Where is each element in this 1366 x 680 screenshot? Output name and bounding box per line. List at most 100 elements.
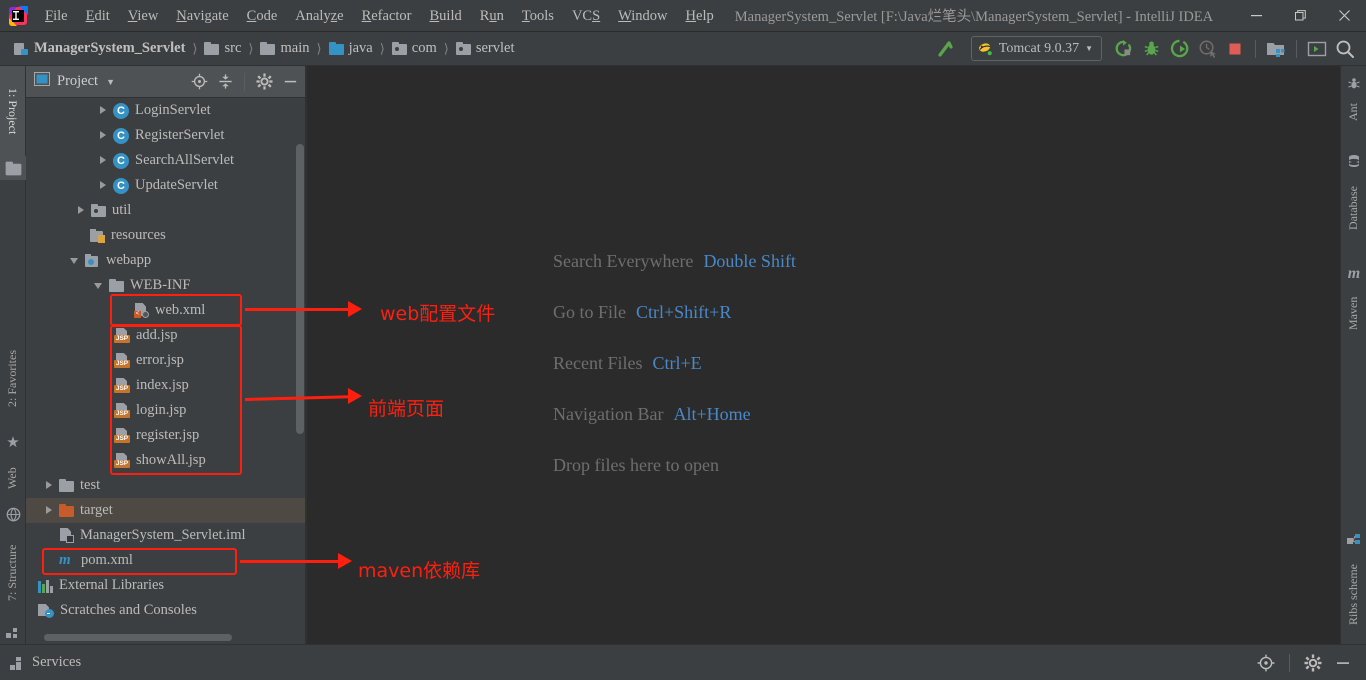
stop-button[interactable] — [1222, 36, 1248, 62]
expand-arrow-icon[interactable] — [98, 130, 109, 141]
tree-row-target[interactable]: target — [26, 498, 306, 523]
gear-icon[interactable] — [252, 70, 276, 94]
sidebar-item-ant[interactable]: Ant — [1341, 94, 1366, 130]
jsp-icon: JSP — [114, 353, 130, 368]
sidebar-item-label: 7: Structure — [5, 544, 19, 601]
run-button[interactable] — [1110, 36, 1136, 62]
tree-item-label: resources — [111, 227, 166, 243]
menu-edit[interactable]: Edit — [77, 4, 119, 28]
menu-run[interactable]: Run — [471, 4, 513, 28]
menu-window[interactable]: Window — [609, 4, 676, 28]
tree-row-iml-file[interactable]: ManagerSystem_Servlet.iml — [26, 523, 306, 548]
expand-arrow-icon[interactable] — [98, 105, 109, 116]
sidebar-item-ribs-scheme[interactable]: Ribs scheme — [1341, 552, 1366, 638]
menu-help[interactable]: Help — [677, 4, 723, 28]
target-folder-icon — [59, 504, 74, 517]
sidebar-item-favorites[interactable]: 2: Favorites — [0, 326, 25, 431]
expand-arrow-icon[interactable] — [98, 180, 109, 191]
tree-row-web-inf[interactable]: WEB-INF — [26, 273, 306, 298]
tree-row-external-libraries[interactable]: External Libraries — [26, 573, 306, 598]
locate-icon[interactable] — [1253, 650, 1279, 676]
sidebar-item-database[interactable]: Database — [1341, 172, 1366, 244]
tree-row-scratches-and-consoles[interactable]: Scratches and Consoles — [26, 598, 306, 623]
sidebar-item-structure[interactable]: 7: Structure — [0, 525, 25, 620]
tree-item-label: External Libraries — [59, 577, 165, 593]
run-with-coverage-button[interactable] — [1166, 36, 1192, 62]
tree-row-test[interactable]: test — [26, 473, 306, 498]
tree-row-loginservlet[interactable]: C LoginServlet — [26, 98, 306, 123]
tree-row-util[interactable]: util — [26, 198, 306, 223]
expand-arrow-icon[interactable] — [76, 205, 87, 216]
project-icon — [0, 156, 26, 180]
minimize-button[interactable] — [1234, 0, 1278, 32]
chevron-down-icon[interactable]: ▼ — [106, 77, 115, 87]
collapse-arrow-icon[interactable] — [70, 255, 81, 266]
tree-row-updateservlet[interactable]: C UpdateServlet — [26, 173, 306, 198]
tree-row-add-jsp[interactable]: JSP add.jsp — [26, 323, 306, 348]
tree-row-showall-jsp[interactable]: JSP showAll.jsp — [26, 448, 306, 473]
source-folder-icon — [328, 42, 344, 55]
menu-navigate[interactable]: Navigate — [167, 4, 237, 28]
build-button[interactable] — [933, 36, 959, 62]
menu-view[interactable]: View — [119, 4, 168, 28]
tree-item-label: pom.xml — [81, 552, 133, 568]
close-button[interactable] — [1322, 0, 1366, 32]
jsp-icon: JSP — [114, 328, 130, 343]
menu-vcs[interactable]: VCS — [563, 4, 609, 28]
tree-item-label: LoginServlet — [135, 102, 211, 118]
tree-row-webapp[interactable]: webapp — [26, 248, 306, 273]
tree-row-searchallservlet[interactable]: C SearchAllServlet — [26, 148, 306, 173]
status-bar-actions — [1253, 650, 1366, 676]
debug-button[interactable] — [1138, 36, 1164, 62]
menu-analyze[interactable]: Analyze — [286, 4, 352, 28]
expand-arrow-icon[interactable] — [98, 155, 109, 166]
services-tool-button[interactable]: Services — [0, 654, 81, 671]
tree-row-index-jsp[interactable]: JSP index.jsp — [26, 373, 306, 398]
sidebar-item-project[interactable]: 1: Project — [0, 66, 25, 156]
locate-icon[interactable] — [187, 70, 211, 94]
breadcrumb-item-com[interactable]: com — [388, 38, 441, 59]
tree-row-pom-xml[interactable]: m pom.xml — [26, 548, 306, 573]
toolbar-separator — [1296, 39, 1297, 58]
menu-build[interactable]: Build — [421, 4, 471, 28]
sidebar-item-label: 2: Favorites — [5, 350, 19, 407]
expand-arrow-icon[interactable] — [44, 505, 55, 516]
tree-row-registerservlet[interactable]: C RegisterServlet — [26, 123, 306, 148]
tree-vertical-scrollbar[interactable] — [296, 144, 304, 434]
minimize-icon[interactable] — [1330, 650, 1356, 676]
project-structure-button[interactable] — [1263, 36, 1289, 62]
breadcrumb-item-main[interactable]: main — [256, 38, 313, 59]
minimize-icon[interactable] — [278, 70, 302, 94]
expand-arrow-icon[interactable] — [44, 480, 55, 491]
menu-refactor[interactable]: Refactor — [353, 4, 421, 28]
tree-row-web-xml[interactable]: < web.xml — [26, 298, 306, 323]
iml-file-icon — [59, 528, 74, 543]
breadcrumb-item-servlet[interactable]: servlet — [452, 38, 519, 59]
menu-file[interactable]: FFileile — [36, 4, 77, 28]
tree-row-error-jsp[interactable]: JSP error.jsp — [26, 348, 306, 373]
collapse-arrow-icon[interactable] — [94, 280, 105, 291]
menu-tools[interactable]: Tools — [513, 4, 563, 28]
maximize-button[interactable] — [1278, 0, 1322, 32]
project-tree-body[interactable]: C LoginServlet C RegisterServlet C Searc… — [26, 98, 306, 644]
search-everywhere-button[interactable] — [1332, 36, 1358, 62]
gear-icon[interactable] — [1300, 650, 1326, 676]
profile-button[interactable] — [1194, 36, 1220, 62]
breadcrumb-item-project[interactable]: ManagerSystem_Servlet — [10, 38, 189, 59]
tree-row-register-jsp[interactable]: JSP register.jsp — [26, 423, 306, 448]
menu-code[interactable]: Code — [238, 4, 287, 28]
run-configuration-selector[interactable]: Tomcat 9.0.37 ▼ — [970, 36, 1102, 61]
editor-empty-area[interactable]: Search Everywhere Double Shift Go to Fil… — [307, 66, 1340, 644]
sidebar-item-maven[interactable]: Maven — [1341, 286, 1366, 340]
tree-row-resources[interactable]: resources — [26, 223, 306, 248]
terminal-button[interactable] — [1304, 36, 1330, 62]
breadcrumb-item-java[interactable]: java — [325, 38, 377, 59]
sidebar-item-web[interactable]: Web — [0, 453, 25, 503]
tree-horizontal-scrollbar[interactable] — [44, 634, 232, 641]
collapse-all-icon[interactable] — [213, 70, 237, 94]
tree-row-login-jsp[interactable]: JSP login.jsp — [26, 398, 306, 423]
breadcrumb-item-src[interactable]: src — [200, 38, 245, 59]
project-tool-window: Project ▼ C LoginServlet C RegisterServl… — [26, 66, 306, 644]
tree-item-label: index.jsp — [136, 377, 189, 393]
scratches-icon — [38, 603, 54, 618]
